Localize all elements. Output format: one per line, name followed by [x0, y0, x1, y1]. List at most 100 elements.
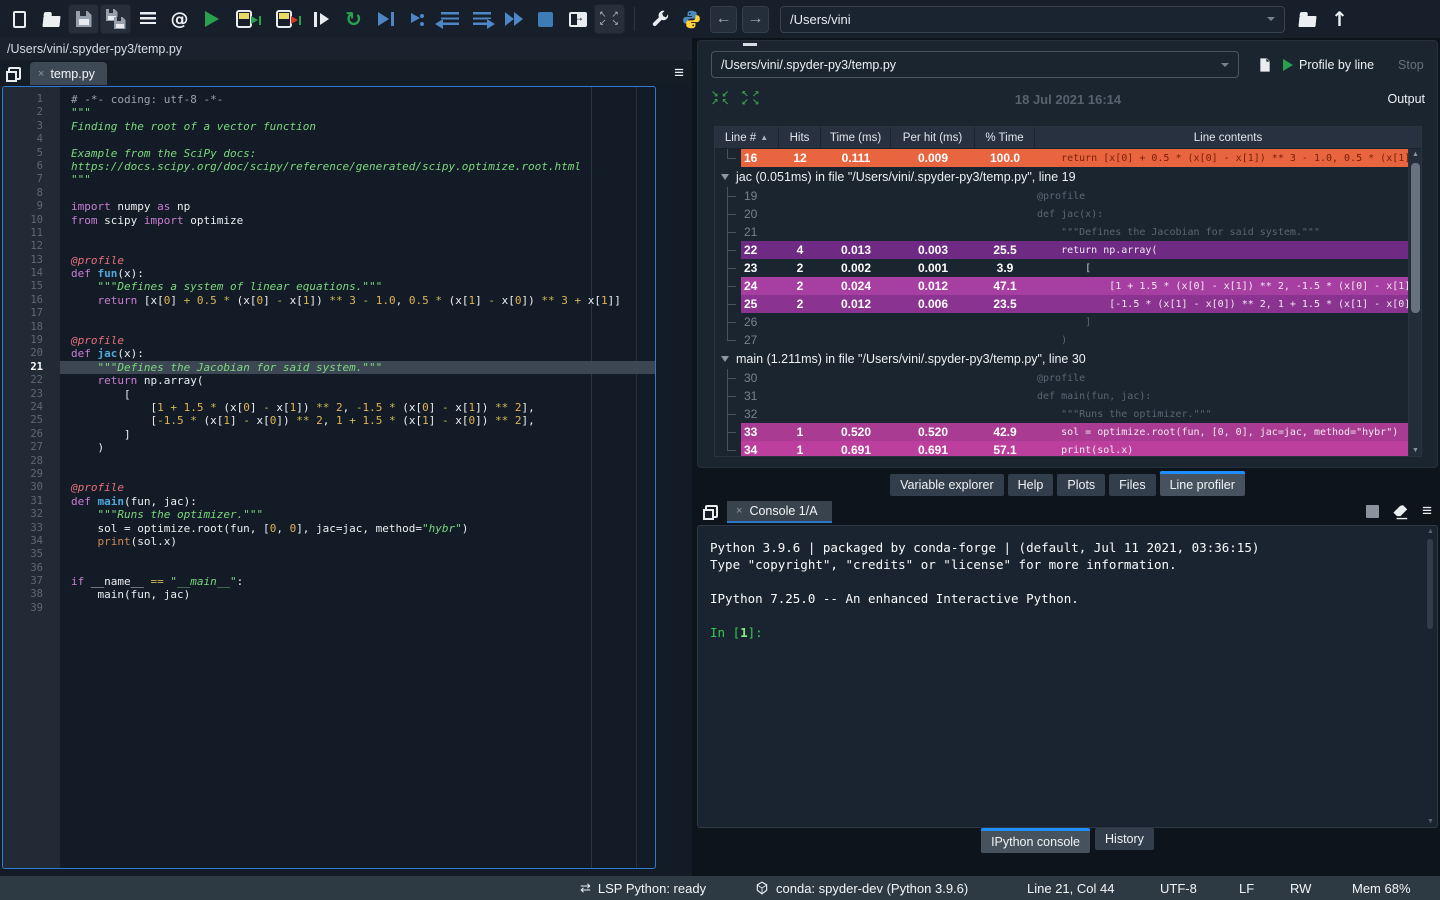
column-header[interactable]: Time (ms): [821, 127, 891, 148]
code-line[interactable]: 15 """Defines a system of linear equatio…: [3, 280, 655, 293]
code-line[interactable]: 39: [3, 602, 655, 615]
debug-file-button[interactable]: [370, 4, 401, 34]
browse-tabs-button[interactable]: [700, 500, 722, 522]
code-line[interactable]: 18: [3, 321, 655, 334]
debug-cell-button[interactable]: [402, 4, 433, 34]
scroll-up-icon[interactable]: ▲: [1427, 528, 1434, 535]
ipython-console[interactable]: Python 3.9.6 | packaged by conda-forge |…: [697, 525, 1438, 828]
forward-button[interactable]: →: [742, 6, 769, 33]
profiler-row[interactable]: 32 """Runs the optimizer.""": [715, 405, 1421, 423]
maximize-pane-button[interactable]: [594, 4, 625, 34]
console-scrollbar[interactable]: ▲ ▼: [1424, 527, 1436, 826]
scrollbar-thumb[interactable]: [1427, 539, 1433, 629]
continue-execution-button[interactable]: [498, 4, 529, 34]
code-line[interactable]: 13@profile: [3, 254, 655, 267]
profiler-scrollbar[interactable]: ▲ ▼: [1408, 149, 1421, 456]
profiler-row[interactable]: 2520.0120.00623.5 [-1.5 * (x[1] - x[0]) …: [715, 295, 1421, 313]
code-line[interactable]: 31def main(fun, jac):: [3, 495, 655, 508]
column-header[interactable]: Line #▲: [715, 127, 779, 148]
code-line[interactable]: 6https://docs.scipy.org/doc/scipy/refere…: [3, 160, 655, 173]
code-line[interactable]: 10from scipy import optimize: [3, 214, 655, 227]
code-line[interactable]: 9import numpy as np: [3, 200, 655, 213]
code-line[interactable]: 25 [-1.5 * (x[1] - x[0]) ** 2, 1 + 1.5 *…: [3, 414, 655, 427]
profiler-row[interactable]: 3410.6910.69157.1 print(sol.x): [715, 441, 1421, 457]
code-line[interactable]: 24 [1 + 1.5 * (x[0] - x[1]) ** 2, -1.5 *…: [3, 401, 655, 414]
code-line[interactable]: 32 """Runs the optimizer.""": [3, 508, 655, 521]
profiler-row[interactable]: 30@profile: [715, 369, 1421, 387]
open-directory-button[interactable]: [1292, 4, 1323, 34]
code-line[interactable]: 34 print(sol.x): [3, 535, 655, 548]
find-symbols-button[interactable]: [164, 4, 195, 34]
column-header[interactable]: % Time: [975, 127, 1035, 148]
profile-by-line-button[interactable]: Profile by line: [1283, 58, 1374, 72]
profiler-section-row[interactable]: jac (0.051ms) in file "/Users/vini/.spyd…: [715, 167, 1421, 187]
profiler-row[interactable]: 16120.1110.009100.0 return [x[0] + 0.5 *…: [715, 149, 1421, 167]
tab-files[interactable]: Files: [1109, 474, 1155, 496]
report-file-icon[interactable]: [1257, 57, 1273, 73]
profiler-row[interactable]: 27 ): [715, 331, 1421, 349]
code-line[interactable]: 38 main(fun, jac): [3, 588, 655, 601]
profiler-row[interactable]: 20def jac(x):: [715, 205, 1421, 223]
profiler-row[interactable]: 2320.0020.0013.9 [: [715, 259, 1421, 277]
browse-tabs-button[interactable]: [3, 62, 25, 84]
rerun-cell-button[interactable]: [268, 4, 299, 34]
dock-handle[interactable]: [743, 43, 757, 46]
code-line[interactable]: 16 return [x[0] + 0.5 * (x[0] - x[1]) **…: [3, 294, 655, 307]
code-line[interactable]: 19@profile: [3, 334, 655, 347]
save-button[interactable]: [68, 4, 99, 34]
external-window-button[interactable]: [562, 4, 593, 34]
python-environment-button[interactable]: [676, 4, 707, 34]
column-header[interactable]: Hits: [779, 127, 821, 148]
collapse-triangle-icon[interactable]: [721, 356, 729, 362]
save-all-button[interactable]: [100, 4, 131, 34]
tab-ipython-console[interactable]: IPython console: [981, 828, 1090, 853]
profiler-table-header[interactable]: Line #▲HitsTime (ms)Per hit (ms)% TimeLi…: [715, 127, 1421, 149]
scroll-up-icon[interactable]: ▲: [1412, 151, 1419, 158]
profiler-row[interactable]: 2240.0130.00325.5 return np.array(: [715, 241, 1421, 259]
close-tab-icon[interactable]: ×: [38, 68, 44, 80]
scrollbar-thumb[interactable]: [1411, 163, 1420, 313]
code-line[interactable]: 28: [3, 455, 655, 468]
code-line[interactable]: 8: [3, 187, 655, 200]
clear-console-icon[interactable]: [1392, 503, 1409, 520]
profiler-row[interactable]: 31def main(fun, jac):: [715, 387, 1421, 405]
code-line[interactable]: 22 return np.array(: [3, 374, 655, 387]
open-file-button[interactable]: [36, 4, 67, 34]
profiler-stop-button[interactable]: Stop: [1398, 58, 1424, 72]
profiler-row[interactable]: 21 """Defines the Jacobian for said syst…: [715, 223, 1421, 241]
run-file-button[interactable]: [196, 4, 227, 34]
code-line[interactable]: 1# -*- coding: utf-8 -*-: [3, 93, 655, 106]
close-tab-icon[interactable]: ×: [736, 505, 742, 517]
file-switcher-button[interactable]: [132, 4, 163, 34]
code-line[interactable]: 37if __name__ == "__main__":: [3, 575, 655, 588]
profiler-row[interactable]: 3310.5200.52042.9 sol = optimize.root(fu…: [715, 423, 1421, 441]
code-line[interactable]: 2""": [3, 106, 655, 119]
code-line[interactable]: 17: [3, 307, 655, 320]
code-line[interactable]: 21 """Defines the Jacobian for said syst…: [3, 361, 655, 374]
tab-line-profiler[interactable]: Line profiler: [1160, 471, 1245, 496]
step-return-button[interactable]: [466, 4, 497, 34]
code-line[interactable]: 26 ]: [3, 428, 655, 441]
new-file-button[interactable]: [4, 4, 35, 34]
code-line[interactable]: 20def jac(x):: [3, 347, 655, 360]
code-line[interactable]: 30@profile: [3, 481, 655, 494]
code-line[interactable]: 33 sol = optimize.root(fun, [0, 0], jac=…: [3, 522, 655, 535]
profiler-row[interactable]: 19@profile: [715, 187, 1421, 205]
run-selection-button[interactable]: [306, 4, 337, 34]
code-line[interactable]: 27 ): [3, 441, 655, 454]
parent-directory-button[interactable]: [1324, 4, 1355, 34]
tab-variable-explorer[interactable]: Variable explorer: [890, 474, 1004, 496]
interrupt-kernel-icon[interactable]: [1366, 505, 1379, 518]
code-line[interactable]: 5Example from the SciPy docs:: [3, 147, 655, 160]
column-header[interactable]: Line contents: [1035, 127, 1421, 148]
scroll-down-icon[interactable]: ▼: [1427, 818, 1434, 825]
stop-debug-button[interactable]: [530, 4, 561, 34]
tab-console-1a[interactable]: × Console 1/A: [727, 501, 832, 523]
profiler-section-row[interactable]: main (1.211ms) in file "/Users/vini/.spy…: [715, 349, 1421, 369]
chevron-down-icon[interactable]: [1221, 63, 1229, 67]
code-line[interactable]: 7""": [3, 173, 655, 186]
code-line[interactable]: 29: [3, 468, 655, 481]
tab-plots[interactable]: Plots: [1057, 474, 1105, 496]
profiler-file-combobox[interactable]: /Users/vini/.spyder-py3/temp.py: [711, 51, 1239, 78]
run-cell-button[interactable]: [228, 4, 259, 34]
